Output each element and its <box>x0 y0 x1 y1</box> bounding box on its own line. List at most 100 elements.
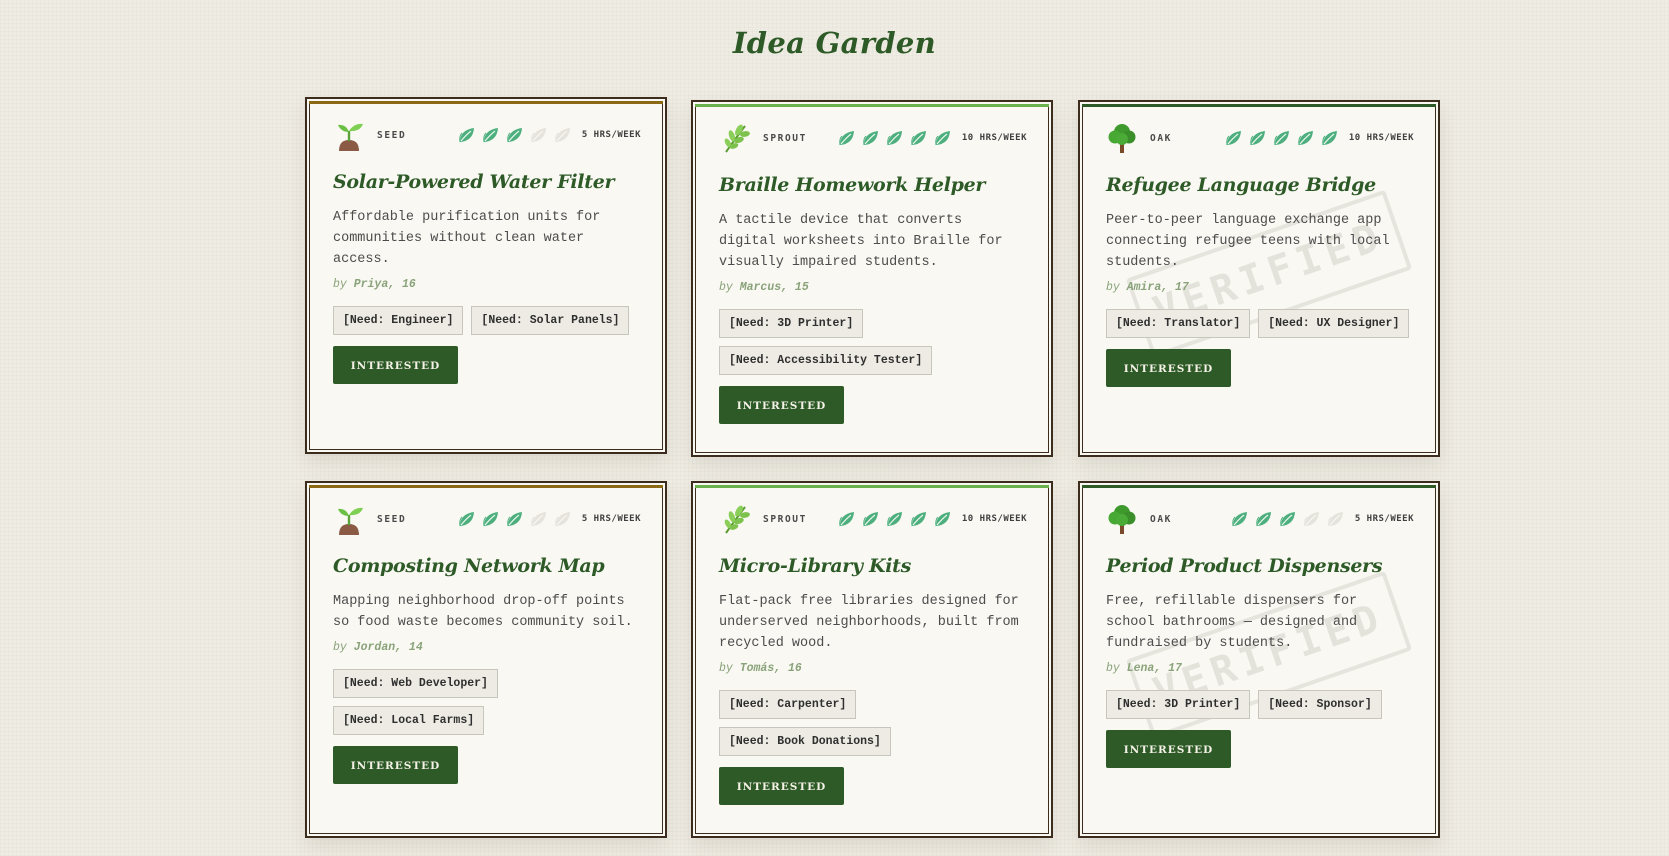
author-prefix: by <box>719 662 733 675</box>
need-tag[interactable]: [Need: Accessibility Tester] <box>719 346 933 375</box>
hours-per-week: 10 HRS/WEEK <box>961 514 1027 524</box>
idea-title: Period Product Dispensers <box>1106 555 1383 577</box>
leaf-empty-icon <box>554 126 572 144</box>
hours-per-week: 10 HRS/WEEK <box>961 133 1027 143</box>
leaf-empty-icon <box>554 510 572 528</box>
leaf-filled-icon <box>934 510 952 528</box>
author-name: Jordan, 14 <box>353 641 423 654</box>
leaf-empty-icon <box>530 126 548 144</box>
leaf-filled-icon <box>1231 510 1249 528</box>
idea-description: A tactile device that converts digital w… <box>719 213 1003 270</box>
idea-title: Solar-Powered Water Filter <box>333 171 615 193</box>
idea-author: by Lena, 17 <box>1106 662 1412 675</box>
hours-per-week: 10 HRS/WEEK <box>1348 133 1414 143</box>
idea-description: Flat-pack free libraries designed for un… <box>719 594 1019 651</box>
idea-title: Micro-Library Kits <box>719 555 912 577</box>
stage-label: SEED <box>377 129 407 141</box>
interested-button[interactable]: INTERESTED <box>1106 730 1231 768</box>
idea-author: by Marcus, 15 <box>719 281 1025 294</box>
hours-per-week: 5 HRS/WEEK <box>581 130 641 140</box>
leaf-empty-icon <box>1303 510 1321 528</box>
commitment-rating <box>458 126 572 144</box>
page-title: Idea Garden <box>732 26 937 60</box>
stage-accent-bar <box>309 485 663 488</box>
card-body: A tactile device that converts digital w… <box>719 210 1025 424</box>
leaf-empty-icon <box>530 510 548 528</box>
card-body: Free, refillable dispensers for school b… <box>1106 591 1412 768</box>
card-header: SPROUT 10 HRS/WEEK <box>719 122 1027 154</box>
stage-accent-bar <box>695 104 1049 107</box>
stage-label: SPROUT <box>763 132 807 144</box>
interested-button[interactable]: INTERESTED <box>719 386 844 424</box>
leaf-filled-icon <box>886 510 904 528</box>
need-tag[interactable]: [Need: Translator] <box>1106 309 1251 338</box>
idea-card: SPROUT 10 HRS/WEEK Micro-Library Kits Flat-… <box>691 481 1053 838</box>
leaf-filled-icon <box>1273 129 1291 147</box>
leaf-filled-icon <box>1255 510 1273 528</box>
leaf-empty-icon <box>1327 510 1345 528</box>
leaf-filled-icon <box>1225 129 1243 147</box>
herb-icon <box>719 122 751 154</box>
idea-card: VERIFIED OAK 5 HRS/WEEK Period Product Disp… <box>1078 481 1440 838</box>
stage-accent-bar <box>1082 485 1436 488</box>
card-header: SEED 5 HRS/WEEK <box>333 119 641 151</box>
card-header: OAK 5 HRS/WEEK <box>1106 503 1414 535</box>
author-name: Amira, 17 <box>1126 281 1189 294</box>
author-prefix: by <box>1106 662 1120 675</box>
need-tag[interactable]: [Need: Sponsor] <box>1258 690 1382 719</box>
need-tag[interactable]: [Need: 3D Printer] <box>1106 690 1251 719</box>
idea-card: VERIFIED OAK 10 HRS/WEEK Refugee Language B… <box>1078 100 1440 457</box>
idea-author: by Jordan, 14 <box>333 641 639 654</box>
need-tag[interactable]: [Need: Book Donations] <box>719 727 891 756</box>
card-header: OAK 10 HRS/WEEK <box>1106 122 1414 154</box>
interested-button[interactable]: INTERESTED <box>1106 349 1231 387</box>
author-prefix: by <box>1106 281 1120 294</box>
need-tag[interactable]: [Need: Web Developer] <box>333 669 498 698</box>
need-tag[interactable]: [Need: UX Designer] <box>1258 309 1410 338</box>
leaf-filled-icon <box>1279 510 1297 528</box>
card-body: Mapping neighborhood drop-off points so … <box>333 591 639 784</box>
need-tag[interactable]: [Need: Engineer] <box>333 306 464 335</box>
author-name: Tomás, 16 <box>739 662 802 675</box>
herb-icon <box>719 503 751 535</box>
stage-label: OAK <box>1150 513 1172 525</box>
idea-description: Free, refillable dispensers for school b… <box>1106 594 1358 651</box>
leaf-filled-icon <box>862 510 880 528</box>
card-body: Affordable purification units for commun… <box>333 207 639 384</box>
commitment-rating <box>838 510 952 528</box>
idea-author: by Tomás, 16 <box>719 662 1025 675</box>
needs-list: [Need: Translator] [Need: UX Designer] <box>1106 309 1412 338</box>
needs-list: [Need: 3D Printer] [Need: Accessibility T… <box>719 309 1025 375</box>
interested-button[interactable]: INTERESTED <box>333 346 458 384</box>
idea-card: SEED 5 HRS/WEEK Composting Network Map Mapp… <box>305 481 667 838</box>
idea-card: SEED 5 HRS/WEEK Solar-Powered Water Filter… <box>305 97 667 454</box>
leaf-filled-icon <box>838 510 856 528</box>
leaf-filled-icon <box>886 129 904 147</box>
leaf-filled-icon <box>1249 129 1267 147</box>
interested-button[interactable]: INTERESTED <box>333 746 458 784</box>
leaf-filled-icon <box>458 126 476 144</box>
leaf-filled-icon <box>458 510 476 528</box>
commitment-rating <box>458 510 572 528</box>
leaf-filled-icon <box>506 126 524 144</box>
needs-list: [Need: Engineer] [Need: Solar Panels] <box>333 306 639 335</box>
hours-per-week: 5 HRS/WEEK <box>1354 514 1414 524</box>
interested-button[interactable]: INTERESTED <box>719 767 844 805</box>
needs-list: [Need: Web Developer] [Need: Local Farms] <box>333 669 639 735</box>
need-tag[interactable]: [Need: Solar Panels] <box>471 306 630 335</box>
needs-list: [Need: Carpenter] [Need: Book Donations] <box>719 690 1025 756</box>
commitment-rating <box>1231 510 1345 528</box>
need-tag[interactable]: [Need: 3D Printer] <box>719 309 864 338</box>
leaf-filled-icon <box>482 126 500 144</box>
stage-label: OAK <box>1150 132 1172 144</box>
author-prefix: by <box>333 278 347 291</box>
idea-author: by Amira, 17 <box>1106 281 1412 294</box>
need-tag[interactable]: [Need: Local Farms] <box>333 706 485 735</box>
author-name: Priya, 16 <box>353 278 416 291</box>
need-tag[interactable]: [Need: Carpenter] <box>719 690 857 719</box>
idea-description: Mapping neighborhood drop-off points so … <box>333 594 633 630</box>
leaf-filled-icon <box>934 129 952 147</box>
leaf-filled-icon <box>1297 129 1315 147</box>
leaf-filled-icon <box>862 129 880 147</box>
seedling-icon <box>333 119 365 151</box>
